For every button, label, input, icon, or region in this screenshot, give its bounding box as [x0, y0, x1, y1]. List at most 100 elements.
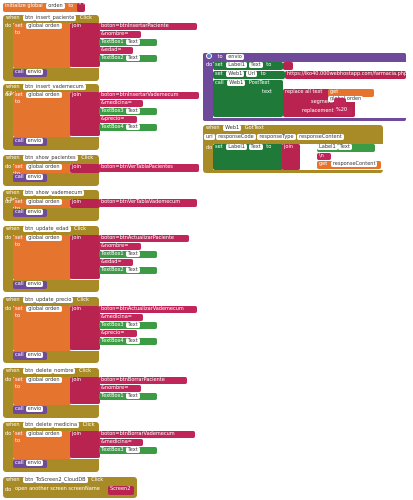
global-init-block[interactable]: initialize global orden to: [3, 3, 79, 12]
string-boton[interactable]: boton=btnActualizarPaciente: [99, 235, 189, 242]
textbox-2[interactable]: TextBox2 Text: [99, 55, 157, 62]
call-envio[interactable]: call envio: [13, 281, 47, 289]
string-nombre[interactable]: &nombre=: [99, 31, 141, 38]
join-block[interactable]: join: [70, 164, 100, 173]
label1-text-getter[interactable]: Label1 Text: [317, 144, 375, 152]
when-label: when btn_update_precio Click: [6, 297, 89, 303]
do-label: do: [5, 431, 12, 437]
set-orden-block[interactable]: set global orden to: [13, 431, 71, 459]
string-boton[interactable]: boton=btnInsertarPaciente: [99, 23, 197, 30]
join-block[interactable]: join: [70, 235, 100, 279]
set-orden-block[interactable]: set global orden to: [13, 92, 71, 137]
call-envio[interactable]: call envio: [13, 406, 47, 414]
string-precio[interactable]: &precio=: [99, 116, 137, 123]
call-envio[interactable]: call envio: [13, 174, 47, 182]
newline-string[interactable]: \n: [317, 153, 331, 160]
segment-string[interactable]: [334, 98, 346, 106]
init-label: initialize global: [5, 3, 43, 9]
when-text: when: [6, 15, 20, 21]
textbox-3[interactable]: TextBox3 Text: [99, 447, 157, 454]
do-label: do: [5, 199, 12, 205]
do-label: do: [5, 487, 12, 493]
call-envio[interactable]: call envio: [13, 460, 47, 468]
call-envio[interactable]: call envio: [13, 352, 47, 360]
string-edad[interactable]: &edad=: [99, 47, 133, 54]
string-precio[interactable]: &precio=: [99, 330, 137, 337]
replacement-string[interactable]: %20: [334, 107, 352, 115]
string-boton[interactable]: boton=btnBorrarPaciente: [99, 377, 187, 384]
join-block[interactable]: join: [70, 377, 100, 404]
event-component[interactable]: btn_insert_paciente: [23, 15, 77, 21]
set-text: set: [15, 23, 23, 29]
url-string[interactable]: https://lko40.000webhostapp.com/farmacia…: [285, 71, 407, 79]
when-label: when btn_show_vademecum Click: [6, 190, 85, 203]
join-block[interactable]: join: [70, 92, 100, 136]
init-to: to: [68, 3, 74, 9]
set-orden-block[interactable]: set global orden to: [13, 23, 71, 68]
join-text: join: [72, 23, 82, 29]
when-label: when btn_insert_vademecum Click: [6, 84, 86, 97]
set-label1-text[interactable]: set Label1 Text to: [213, 144, 283, 170]
replacement-label: replacement: [302, 108, 334, 114]
set-orden-block[interactable]: set global orden to: [13, 235, 71, 280]
set-web1-url[interactable]: set Web1 Url to: [213, 71, 285, 79]
do-label: do: [5, 92, 12, 98]
when-label: when btn_delete_nombre Click: [6, 368, 91, 374]
textbox-4[interactable]: TextBox4 Text: [99, 338, 157, 345]
textbox-3[interactable]: TextBox3 Text: [99, 108, 157, 115]
join-block[interactable]: join: [70, 306, 100, 350]
string-boton[interactable]: boton=btnActualizarVademecum: [99, 306, 197, 313]
empty-string[interactable]: [283, 62, 293, 70]
open-screen-block[interactable]: open another screen screenName: [13, 486, 109, 496]
set-orden-block[interactable]: set global orden to: [13, 377, 71, 405]
gear-icon: [204, 53, 214, 60]
set-orden-block[interactable]: set global orden to: [13, 199, 71, 212]
textbox-4[interactable]: TextBox4 Text: [99, 124, 157, 131]
textbox-2[interactable]: TextBox2 Text: [99, 267, 157, 274]
set-orden-block[interactable]: set global orden to: [13, 164, 71, 177]
textbox-1[interactable]: TextBox1 Text: [99, 39, 157, 46]
string-medicina[interactable]: &medicina=: [99, 314, 143, 321]
call-web1-posttext[interactable]: call Web1 PostText: [213, 80, 283, 117]
get-response-content[interactable]: get responseContent: [317, 161, 381, 169]
string-boton[interactable]: boton=btnBorrarVademecum: [99, 431, 195, 438]
call-envio[interactable]: call envio: [13, 209, 47, 217]
init-var-name[interactable]: orden: [46, 3, 65, 9]
call-envio[interactable]: call envio: [13, 138, 47, 146]
string-boton[interactable]: boton=btnVerTablaPacientes: [99, 164, 199, 172]
do-label: do: [5, 377, 12, 383]
string-boton[interactable]: boton=btnVerTablaVademecum: [99, 199, 197, 207]
do-label: do: [5, 23, 12, 29]
textbox-1[interactable]: TextBox1 Text: [99, 393, 157, 400]
gottext-header: when Web1 GotText: [206, 125, 264, 131]
set-var[interactable]: global orden: [26, 23, 62, 29]
set-to: to: [15, 30, 21, 36]
string-nombre[interactable]: &nombre=: [99, 385, 141, 392]
when-label: when btn_delete_medicina Click: [6, 422, 95, 428]
event-name: Click: [79, 15, 92, 21]
when-label: when btn_show_pacientes Click: [6, 155, 94, 161]
textbox-1[interactable]: TextBox1 Text: [99, 251, 157, 258]
set-orden-block[interactable]: set global orden to: [13, 306, 71, 351]
init-value-string[interactable]: " ": [77, 3, 85, 12]
call-envio[interactable]: call envio: [13, 69, 47, 77]
procedure-header: to envio: [204, 53, 284, 61]
get-global-orden[interactable]: get global orden: [328, 89, 374, 102]
join-block[interactable]: join: [70, 23, 100, 67]
when-label: when btn_insert_paciente Click: [4, 15, 94, 23]
screen-name-string[interactable]: Screen2: [108, 486, 134, 495]
string-edad[interactable]: &edad=: [99, 259, 133, 266]
set-label1-text[interactable]: set Label1 Text to: [213, 62, 283, 70]
join-block[interactable]: join: [70, 199, 100, 208]
event-component[interactable]: btn_insert_vademecum: [23, 84, 86, 90]
join-block[interactable]: join: [70, 431, 100, 458]
string-medicina[interactable]: &medicina=: [99, 100, 143, 107]
string-nombre[interactable]: &nombre=: [99, 243, 141, 250]
segment-label: segment: [311, 99, 333, 105]
textbox-3[interactable]: TextBox3 Text: [99, 322, 157, 329]
string-boton[interactable]: boton=btnInsertarVademecum: [99, 92, 199, 99]
text-param-label: text: [262, 89, 272, 95]
join-block[interactable]: join: [282, 144, 300, 170]
do-label: do: [5, 235, 12, 241]
string-medicina[interactable]: &medicina=: [99, 439, 143, 446]
